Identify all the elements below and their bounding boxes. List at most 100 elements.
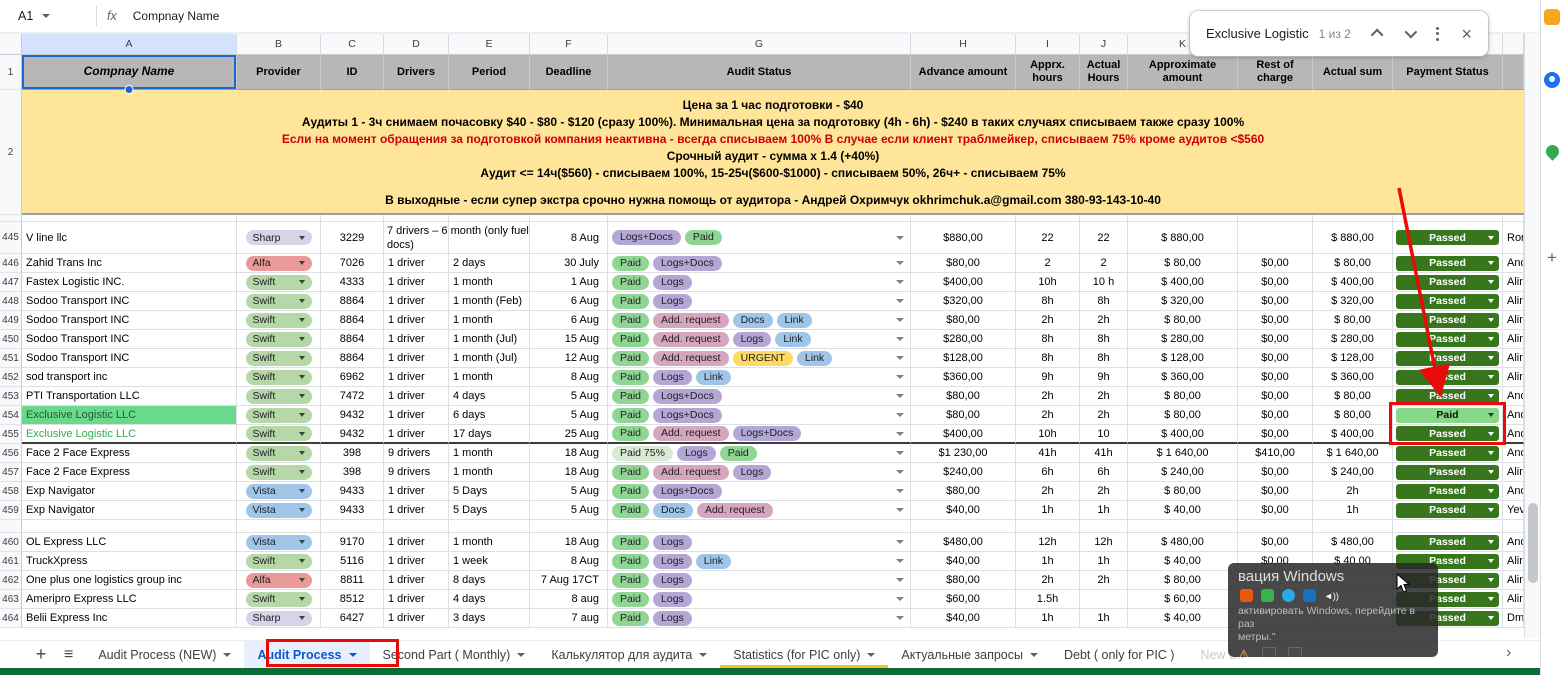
cell-apprx[interactable]: 8h <box>1016 292 1080 311</box>
payment-chip-passed[interactable]: Passed <box>1396 502 1499 518</box>
cell-provider[interactable]: Vista <box>237 501 321 520</box>
row-number-447[interactable]: 447 <box>0 273 22 292</box>
provider-chip-sharp[interactable]: Sharp <box>245 610 312 626</box>
header-cell-compnay-name[interactable]: Compnay Name <box>22 55 237 90</box>
cell-actual_h[interactable]: 2 <box>1080 254 1128 273</box>
cell-id[interactable]: 8864 <box>321 330 384 349</box>
status-chip-logs[interactable]: Logs <box>653 610 692 626</box>
telegram-icon[interactable] <box>1282 589 1295 602</box>
status-chip-add-request[interactable]: Add. request <box>653 312 729 328</box>
cell-provider[interactable]: Swift <box>237 349 321 368</box>
cell-advance[interactable]: $880,00 <box>911 222 1016 254</box>
cell-apprx[interactable]: 41h <box>1016 444 1080 463</box>
status-chip-link[interactable]: Link <box>775 331 811 347</box>
cell-pic[interactable]: And <box>1503 406 1524 425</box>
header-cell-provider[interactable]: Provider <box>237 55 321 90</box>
cell-apprx[interactable]: 8h <box>1016 330 1080 349</box>
cell-deadline[interactable]: 30 July <box>530 254 608 273</box>
cell-approx[interactable]: $ 40,00 <box>1128 552 1238 571</box>
status-chip-paid[interactable]: Paid <box>612 483 650 499</box>
cell-pic[interactable]: Alin <box>1503 552 1524 571</box>
cell-drivers[interactable]: 1 driver <box>384 406 449 425</box>
cell-actual_sum[interactable]: $ 80,00 <box>1313 254 1393 273</box>
cell-apprx[interactable]: 12h <box>1016 533 1080 552</box>
cell-drivers[interactable]: 9 drivers <box>384 463 449 482</box>
status-chip-logs[interactable]: Logs <box>653 591 692 607</box>
status-chip-link[interactable]: Link <box>776 312 812 328</box>
cell-actual_h[interactable]: 8h <box>1080 349 1128 368</box>
cell-actual_h[interactable]: 8h <box>1080 330 1128 349</box>
cell-actual_sum[interactable]: $ 240,00 <box>1313 463 1393 482</box>
cell-rest[interactable]: $0,00 <box>1238 387 1313 406</box>
cell-deadline[interactable]: 8 Aug <box>530 368 608 387</box>
payment-chip-passed[interactable]: Passed <box>1396 293 1499 309</box>
cell-approx[interactable]: $ 60,00 <box>1128 590 1238 609</box>
cell-deadline[interactable]: 8 Aug <box>530 552 608 571</box>
cell-pic[interactable]: Alin <box>1503 368 1524 387</box>
cell-payment-status[interactable]: Passed <box>1393 425 1503 444</box>
cell-provider[interactable]: Swift <box>237 330 321 349</box>
cell-period[interactable]: 1 month <box>449 368 530 387</box>
cell-period[interactable]: 2 days <box>449 254 530 273</box>
cell-payment-status[interactable]: Passed <box>1393 444 1503 463</box>
cell-apprx[interactable]: 2h <box>1016 387 1080 406</box>
cell-period[interactable]: 1 month <box>449 311 530 330</box>
row-number-445[interactable]: 445 <box>0 222 22 254</box>
cell-rest[interactable]: $410,00 <box>1238 444 1313 463</box>
cell-period[interactable]: 1 month <box>449 444 530 463</box>
cell-approx[interactable]: $ 80,00 <box>1128 482 1238 501</box>
cell-actual_h[interactable]: 41h <box>1080 444 1128 463</box>
provider-chip-swift[interactable]: Swift <box>245 407 312 423</box>
cell-approx[interactable]: $ 400,00 <box>1128 273 1238 292</box>
payment-chip-passed[interactable]: Passed <box>1396 445 1499 461</box>
cell-period[interactable]: 4 days <box>449 590 530 609</box>
row-number-448[interactable]: 448 <box>0 292 22 311</box>
payment-chip-passed[interactable]: Passed <box>1396 534 1499 550</box>
add-sheet-button[interactable]: + <box>30 644 52 665</box>
cell-id[interactable]: 9170 <box>321 533 384 552</box>
cell-company[interactable]: Sodoo Transport INC <box>22 349 237 368</box>
cell-provider[interactable]: Swift <box>237 552 321 571</box>
cell-id[interactable]: 8864 <box>321 311 384 330</box>
cell-actual_h[interactable]: 12h <box>1080 533 1128 552</box>
header-cell-rest-of-charge[interactable]: Rest of charge <box>1238 55 1313 90</box>
cell-period[interactable]: 6 days <box>449 406 530 425</box>
cell-rest[interactable]: $0,00 <box>1238 533 1313 552</box>
status-chip-paid[interactable]: Paid <box>719 445 757 461</box>
status-chip-paid[interactable]: Paid <box>612 274 650 290</box>
status-chip-logs[interactable]: Logs <box>653 274 692 290</box>
cell-actual_h[interactable]: 8h <box>1080 292 1128 311</box>
cell-audit-status[interactable]: Paid Logs <box>608 590 911 609</box>
more-options-icon[interactable] <box>1436 26 1440 41</box>
cell-deadline[interactable]: 5 Aug <box>530 482 608 501</box>
cell-deadline[interactable]: 5 Aug <box>530 501 608 520</box>
cell-company[interactable]: sod transport inc <box>22 368 237 387</box>
cell-rest[interactable]: $0,00 <box>1238 482 1313 501</box>
find-next-icon[interactable] <box>1405 25 1418 39</box>
status-chip-paid[interactable]: Paid <box>612 407 650 423</box>
cell-drivers[interactable]: 1 driver <box>384 368 449 387</box>
column-letter-B[interactable]: B <box>237 34 321 54</box>
cell-actual_h[interactable]: 2h <box>1080 406 1128 425</box>
column-letter-C[interactable]: C <box>321 34 384 54</box>
tab-debt-only-for-pic[interactable]: Debt ( only for PIC ) <box>1051 641 1187 668</box>
cell-apprx[interactable]: 8h <box>1016 349 1080 368</box>
header-cell-id[interactable]: ID <box>321 55 384 90</box>
cell-payment-status[interactable]: Passed <box>1393 273 1503 292</box>
cell-company[interactable]: Exclusive Logistic LLC <box>22 406 237 425</box>
cell-pic[interactable]: Alin <box>1503 330 1524 349</box>
all-sheets-button[interactable]: ≡ <box>64 646 73 664</box>
cell-period[interactable]: 1 month <box>449 463 530 482</box>
status-chip-logs[interactable]: Logs <box>732 331 772 347</box>
cell-period[interactable]: 17 days <box>449 425 530 444</box>
cell-approx[interactable]: $ 80,00 <box>1128 571 1238 590</box>
cell-deadline[interactable]: 7 Aug 17CT <box>530 571 608 590</box>
cell-company[interactable]: Ameripro Express LLC <box>22 590 237 609</box>
cell-period[interactable]: 8 days <box>449 571 530 590</box>
row-number-450[interactable]: 450 <box>0 330 22 349</box>
cell-advance[interactable]: $80,00 <box>911 254 1016 273</box>
cell-period[interactable]: 3 days <box>449 609 530 628</box>
cell-payment-status[interactable]: Passed <box>1393 349 1503 368</box>
cell-apprx[interactable]: 10h <box>1016 273 1080 292</box>
cell-drivers[interactable]: 1 driver <box>384 533 449 552</box>
